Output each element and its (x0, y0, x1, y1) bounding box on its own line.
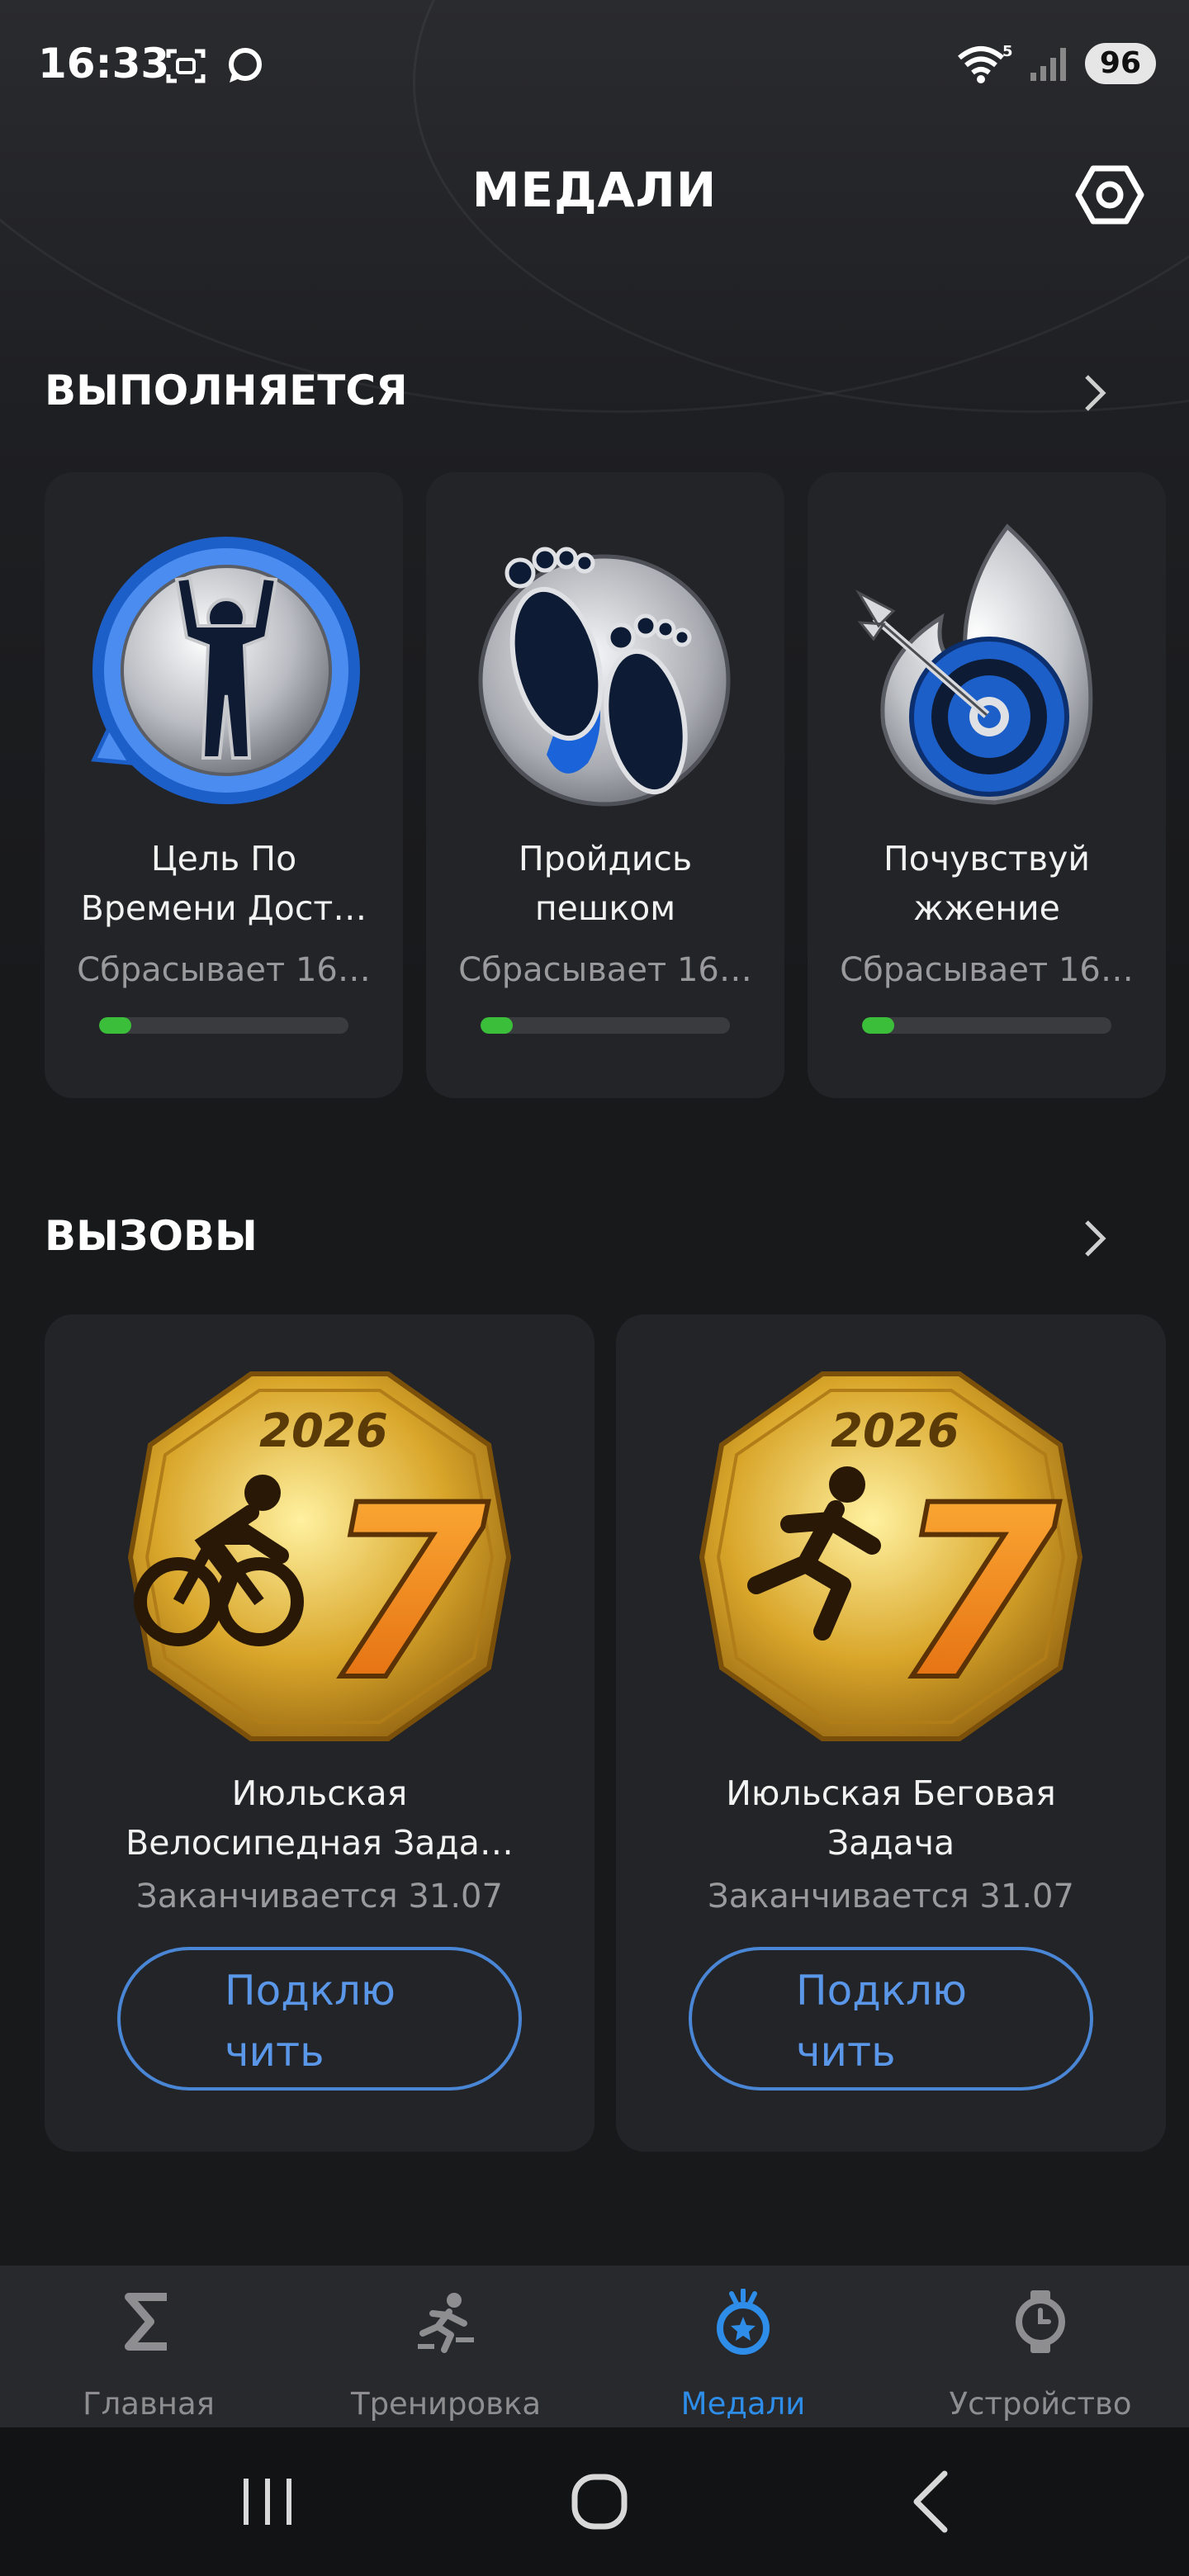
challenge-end-date: Заканчивается 31.07 (136, 1878, 503, 1915)
nav-label: Тренировка (350, 2386, 542, 2422)
nav-item-device[interactable]: Устройство (892, 2266, 1189, 2427)
nav-item-workout[interactable]: Тренировка (297, 2266, 594, 2427)
challenges-section-title: ВЫЗОВЫ (45, 1212, 258, 1260)
cycling-medal-icon: 2026 7 (127, 1371, 512, 1741)
nav-label: Устройство (949, 2386, 1132, 2422)
challenge-title-line1: Июльская (231, 1773, 408, 1813)
join-challenge-button[interactable]: Подклю чить (689, 1947, 1093, 2091)
progress-bar (99, 1017, 348, 1034)
nav-item-medals[interactable]: Медали (594, 2266, 892, 2427)
medal-star-icon (717, 2289, 770, 2355)
status-bar: 16:33 5 96 (0, 0, 1189, 132)
join-challenge-button[interactable]: Подклю чить (117, 1947, 522, 2091)
running-medal-icon: 2026 7 (699, 1371, 1083, 1741)
svg-text:2026: 2026 (259, 1404, 388, 1458)
svg-text:7: 7 (893, 1455, 1062, 1733)
card-title-line2: Времени Дост… (80, 888, 367, 928)
medal-card-time-goal[interactable]: Цель По Времени Дост… Сбрасывает 16… (45, 472, 403, 1098)
button-label-line1: Подклю (796, 1967, 968, 2015)
challenge-end-date: Заканчивается 31.07 (708, 1878, 1074, 1915)
watch-icon (1016, 2290, 1065, 2353)
card-reset-text: Сбрасывает 16… (77, 951, 371, 989)
footprints-medal-icon (478, 547, 731, 807)
card-title-line2: пешком (534, 888, 676, 928)
progress-bar (481, 1017, 730, 1034)
svg-text:7: 7 (322, 1455, 490, 1733)
button-label-line2: чить (796, 2028, 896, 2076)
card-title-line1: Почувствуй (883, 839, 1091, 878)
chevron-right-icon (1085, 1220, 1106, 1257)
system-status-icons: 5 96 (956, 43, 1156, 84)
progress-fill (99, 1017, 132, 1034)
card-title-line1: Пройдись (518, 839, 693, 878)
challenge-title-line2: Задача (827, 1823, 955, 1863)
card-reset-text: Сбрасывает 16… (840, 951, 1134, 989)
flame-target-medal-icon (855, 523, 1093, 805)
settings-icon (1075, 165, 1144, 225)
challenge-title-line1: Июльская Беговая (726, 1773, 1056, 1813)
progress-bar (862, 1017, 1111, 1034)
challenge-card-running[interactable]: 2026 7 Июльская Беговая Задача Заканчива… (616, 1314, 1166, 2152)
svg-text:5: 5 (1002, 43, 1013, 60)
button-label-line2: чить (225, 2028, 324, 2076)
wifi-icon: 5 (957, 43, 1013, 83)
nav-label: Главная (83, 2386, 215, 2422)
nav-item-home[interactable]: Главная (0, 2266, 297, 2427)
page-title: МЕДАЛИ (471, 162, 718, 218)
workout-runner-icon (418, 2293, 474, 2353)
svg-text:2026: 2026 (831, 1404, 959, 1458)
notification-icons (165, 46, 264, 86)
progress-fill (481, 1017, 514, 1034)
challenge-title-line2: Велосипедная Зада… (126, 1823, 514, 1863)
medals-screen: 16:33 5 96 МЕДАЛИ ВЫПОЛНЯЕТСЯ Цель По Вр… (0, 0, 1189, 2576)
home-button[interactable] (558, 2460, 641, 2543)
in-progress-section-title: ВЫПОЛНЯЕТСЯ (45, 367, 408, 414)
time-goal-medal-icon (91, 537, 360, 804)
screenshot-icon (166, 49, 206, 83)
battery-indicator: 96 (1084, 43, 1156, 84)
progress-fill (862, 1017, 895, 1034)
challenges-more-button[interactable] (1078, 1214, 1111, 1263)
card-title-line2: жжение (913, 888, 1060, 928)
in-progress-more-button[interactable] (1078, 368, 1111, 418)
challenge-card-cycling[interactable]: 2026 7 Июльская Велосипедная Зада… Закан… (45, 1314, 594, 2152)
back-button[interactable] (892, 2460, 974, 2543)
medal-card-walk[interactable]: Пройдись пешком Сбрасывает 16… (426, 472, 784, 1098)
medal-card-burn[interactable]: Почувствуй жжение Сбрасывает 16… (808, 472, 1166, 1098)
nav-label: Медали (680, 2386, 806, 2422)
button-label-line1: Подклю (225, 1967, 396, 2015)
system-navigation-bar (0, 2427, 1189, 2576)
card-reset-text: Сбрасывает 16… (458, 951, 752, 989)
chevron-right-icon (1085, 375, 1106, 411)
sigma-icon (125, 2293, 167, 2351)
recent-apps-button[interactable] (226, 2460, 309, 2543)
card-title-line1: Цель По (150, 839, 297, 878)
bottom-navigation: Главная Тренировка Медали Устройство (0, 2266, 1189, 2427)
settings-button[interactable] (1073, 162, 1146, 228)
chat-bubble-icon (229, 48, 262, 83)
signal-icon (1030, 48, 1066, 81)
status-time: 16:33 (38, 40, 170, 88)
